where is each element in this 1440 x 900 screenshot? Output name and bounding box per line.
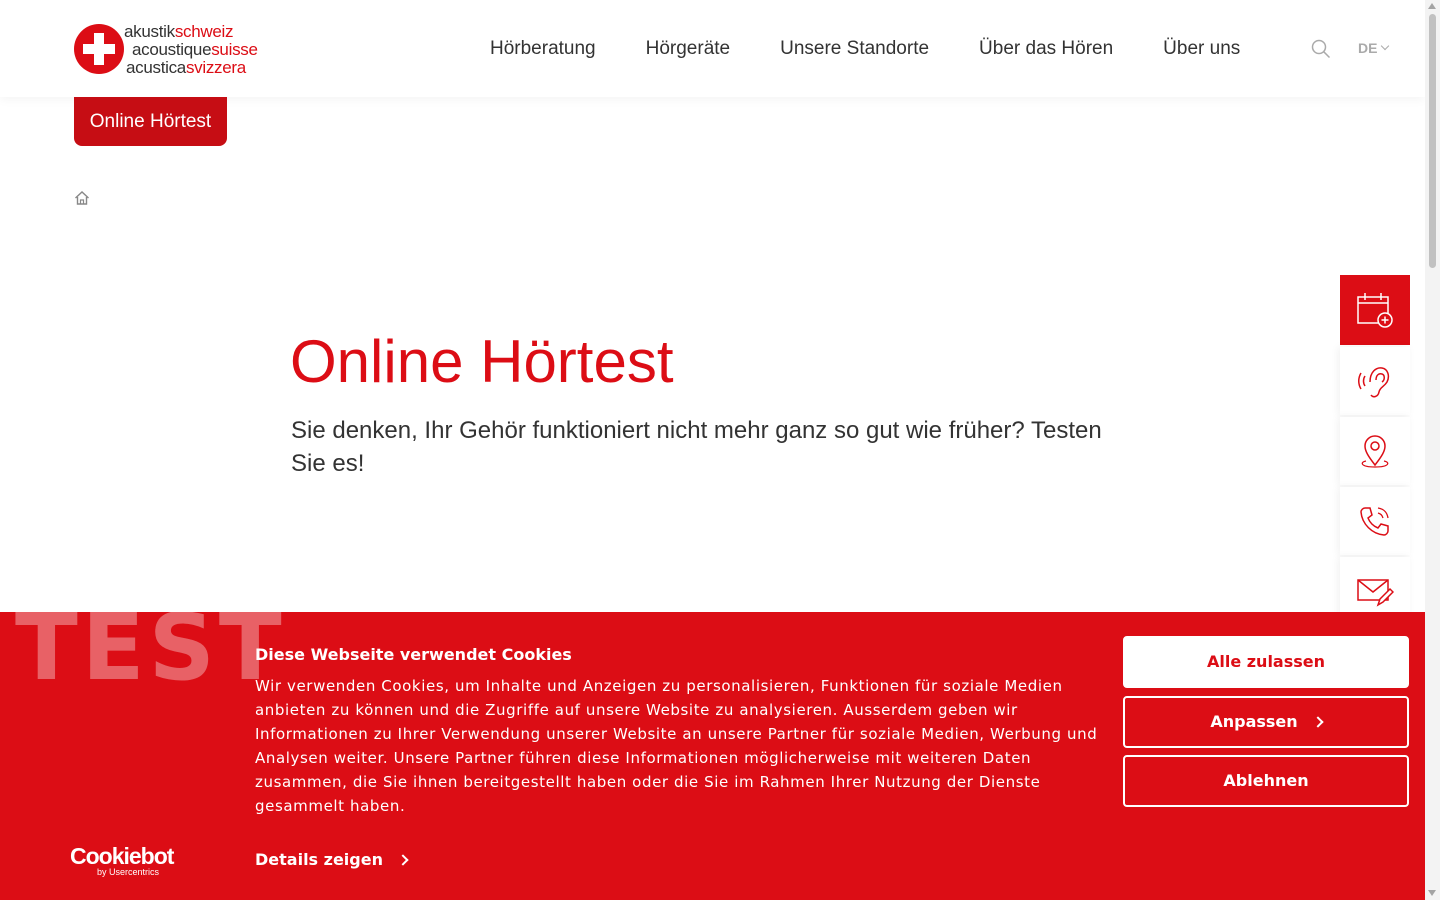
scrollbar-thumb[interactable] bbox=[1429, 14, 1436, 268]
customize-label: Anpassen bbox=[1210, 712, 1298, 731]
phone-icon bbox=[1360, 507, 1389, 536]
cookie-text: Wir verwenden Cookies, um Inhalte und An… bbox=[255, 677, 1098, 815]
logo-line-1: akustikschweiz bbox=[124, 22, 234, 41]
chevron-right-icon bbox=[1311, 716, 1324, 728]
cookiebot-logo: Cookiebot by Usercentrics bbox=[70, 843, 174, 877]
page-subtitle: Sie denken, Ihr Gehör funktioniert nicht… bbox=[291, 417, 1102, 477]
test-watermark: TEST bbox=[15, 612, 286, 701]
ear-icon bbox=[1358, 367, 1390, 398]
cookie-title: Diese Webseite verwendet Cookies bbox=[255, 645, 572, 664]
home-icon[interactable] bbox=[74, 190, 90, 206]
swiss-cross-logo-icon bbox=[74, 24, 124, 74]
quick-actions-bar bbox=[1340, 275, 1410, 627]
cookie-banner: TEST Diese Webseite verwendet Cookies Wi… bbox=[0, 612, 1425, 900]
scroll-up-arrow-icon[interactable] bbox=[1428, 3, 1436, 9]
cookiebot-byline: by Usercentrics bbox=[97, 867, 160, 877]
page-title: Online Hörtest bbox=[290, 328, 674, 395]
mail-edit-icon bbox=[1357, 579, 1394, 607]
nav-ueber-uns[interactable]: Über uns bbox=[1163, 37, 1240, 61]
allow-all-button[interactable]: Alle zulassen bbox=[1123, 636, 1409, 688]
logo[interactable]: akustikschweiz acoustiquesuisse acustica… bbox=[74, 22, 264, 78]
chevron-down-icon bbox=[1381, 41, 1390, 51]
logo-line-2: acoustiquesuisse bbox=[132, 40, 258, 59]
chevron-right-icon bbox=[397, 854, 409, 866]
nav-hoerberatung[interactable]: Hörberatung bbox=[490, 37, 596, 61]
scroll-down-arrow-icon[interactable] bbox=[1428, 890, 1436, 896]
online-hoertest-tab[interactable]: Online Hörtest bbox=[74, 97, 227, 146]
quick-appointment-button[interactable] bbox=[1340, 275, 1410, 345]
nav-ueber-das-hoeren[interactable]: Über das Hören bbox=[979, 37, 1113, 61]
search-icon[interactable] bbox=[1311, 39, 1331, 59]
show-details-label: Details zeigen bbox=[255, 850, 383, 869]
main-nav: Hörberatung Hörgeräte Unsere Standorte Ü… bbox=[490, 37, 1290, 61]
nav-hoergeraete[interactable]: Hörgeräte bbox=[646, 37, 731, 61]
show-details-link[interactable]: Details zeigen bbox=[255, 850, 409, 869]
logo-line-3: acusticasvizzera bbox=[126, 58, 246, 77]
customize-button[interactable]: Anpassen bbox=[1123, 696, 1409, 748]
page-scrollbar[interactable] bbox=[1425, 0, 1440, 900]
location-pin-icon bbox=[1361, 435, 1389, 468]
deny-button[interactable]: Ablehnen bbox=[1123, 755, 1409, 807]
quick-phone-button[interactable] bbox=[1340, 487, 1410, 555]
calendar-add-icon bbox=[1357, 293, 1393, 328]
cookiebot-wordmark: Cookiebot bbox=[70, 843, 174, 869]
quick-location-button[interactable] bbox=[1340, 417, 1410, 485]
language-label: DE bbox=[1358, 40, 1378, 56]
language-selector[interactable]: DE bbox=[1358, 40, 1390, 56]
nav-standorte[interactable]: Unsere Standorte bbox=[780, 37, 929, 61]
site-header: akustikschweiz acoustiquesuisse acustica… bbox=[0, 0, 1425, 97]
quick-hearing-button[interactable] bbox=[1340, 347, 1410, 415]
